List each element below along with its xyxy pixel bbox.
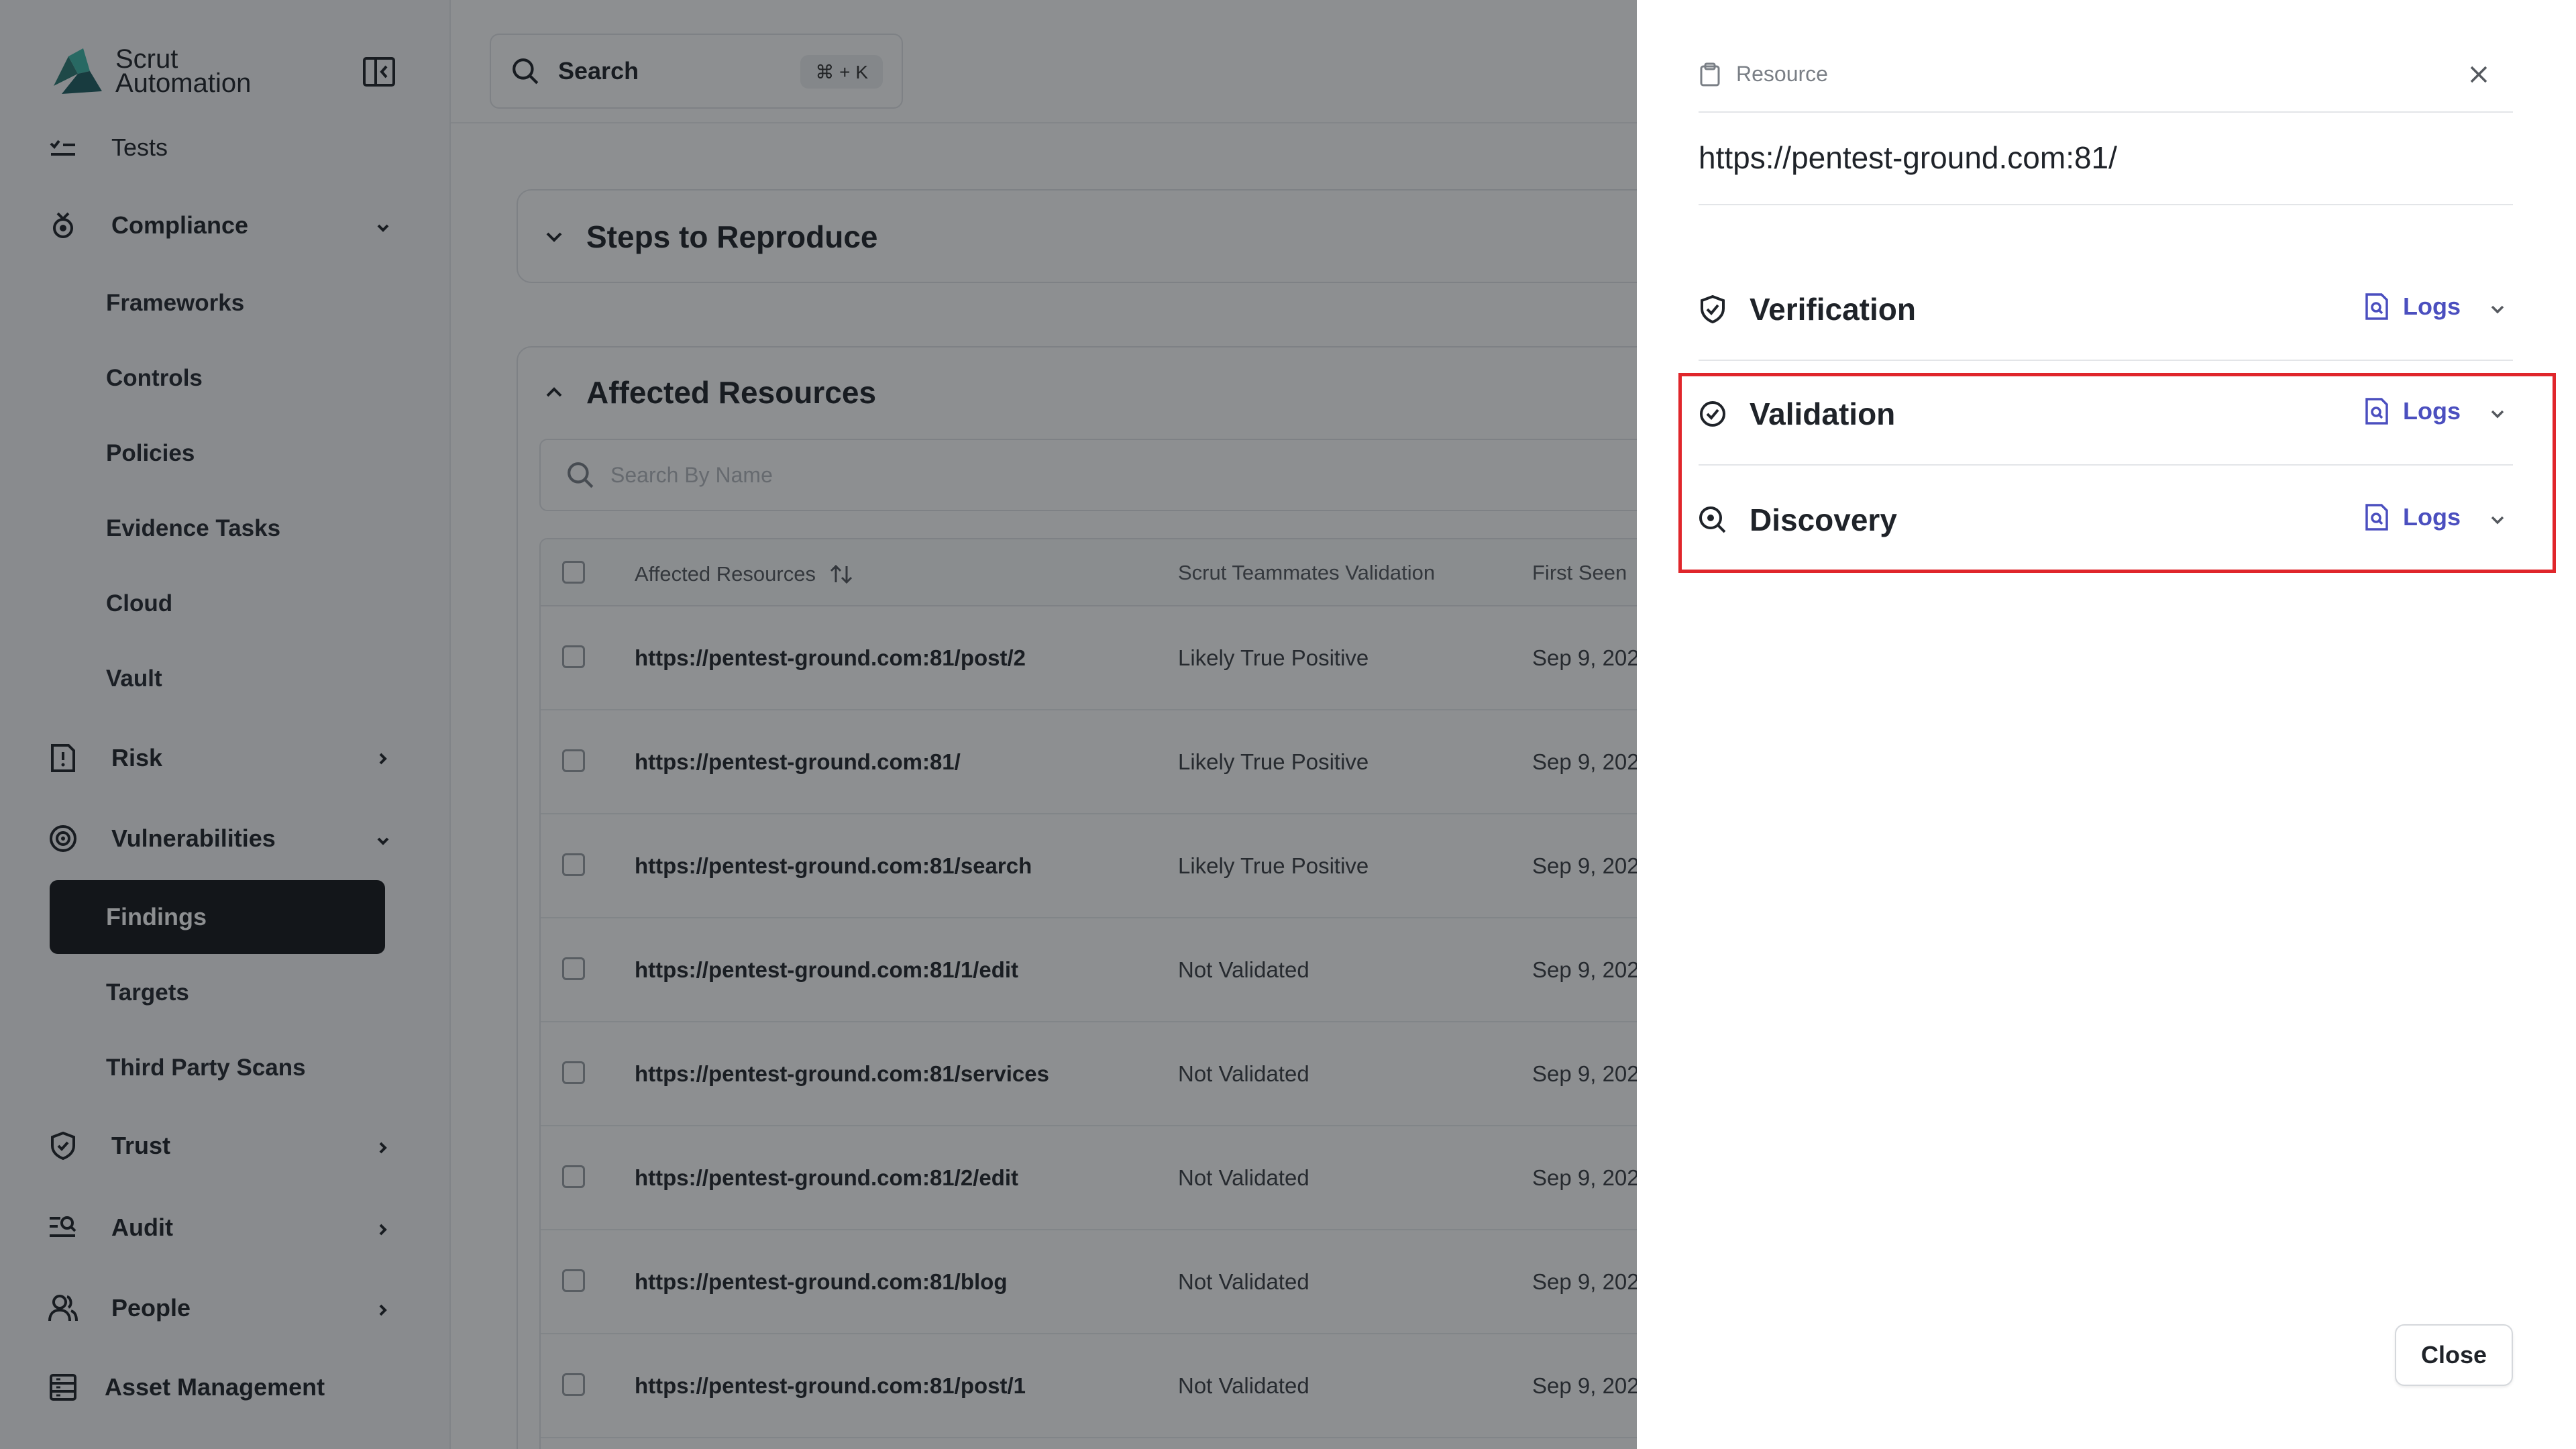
modal-backdrop[interactable]	[0, 0, 1637, 1449]
drawer-header-divider	[1699, 111, 2513, 113]
highlight-box	[1678, 373, 2556, 573]
drawer-header: Resource	[1699, 62, 1828, 87]
clipboard-icon	[1700, 62, 1720, 86]
close-button[interactable]: Close	[2395, 1324, 2513, 1386]
resource-url-title: https://pentest-ground.com:81/	[1699, 140, 2117, 175]
section-divider	[1699, 360, 2513, 361]
logs-label: Logs	[2403, 292, 2461, 320]
resource-drawer: Resource https://pentest-ground.com:81/ …	[1637, 0, 2576, 1449]
verification-section[interactable]: Verification Logs	[1699, 264, 2513, 352]
section-title: Verification	[1750, 292, 1916, 327]
drawer-header-label: Resource	[1736, 62, 1828, 86]
drawer-url-divider	[1699, 204, 2513, 205]
verification-logs-link[interactable]: Logs	[2364, 292, 2461, 321]
close-icon[interactable]	[2467, 63, 2490, 86]
shield-check-icon	[1701, 295, 1725, 323]
chevron-down-icon[interactable]	[2487, 299, 2508, 319]
logs-file-icon	[2365, 293, 2388, 320]
